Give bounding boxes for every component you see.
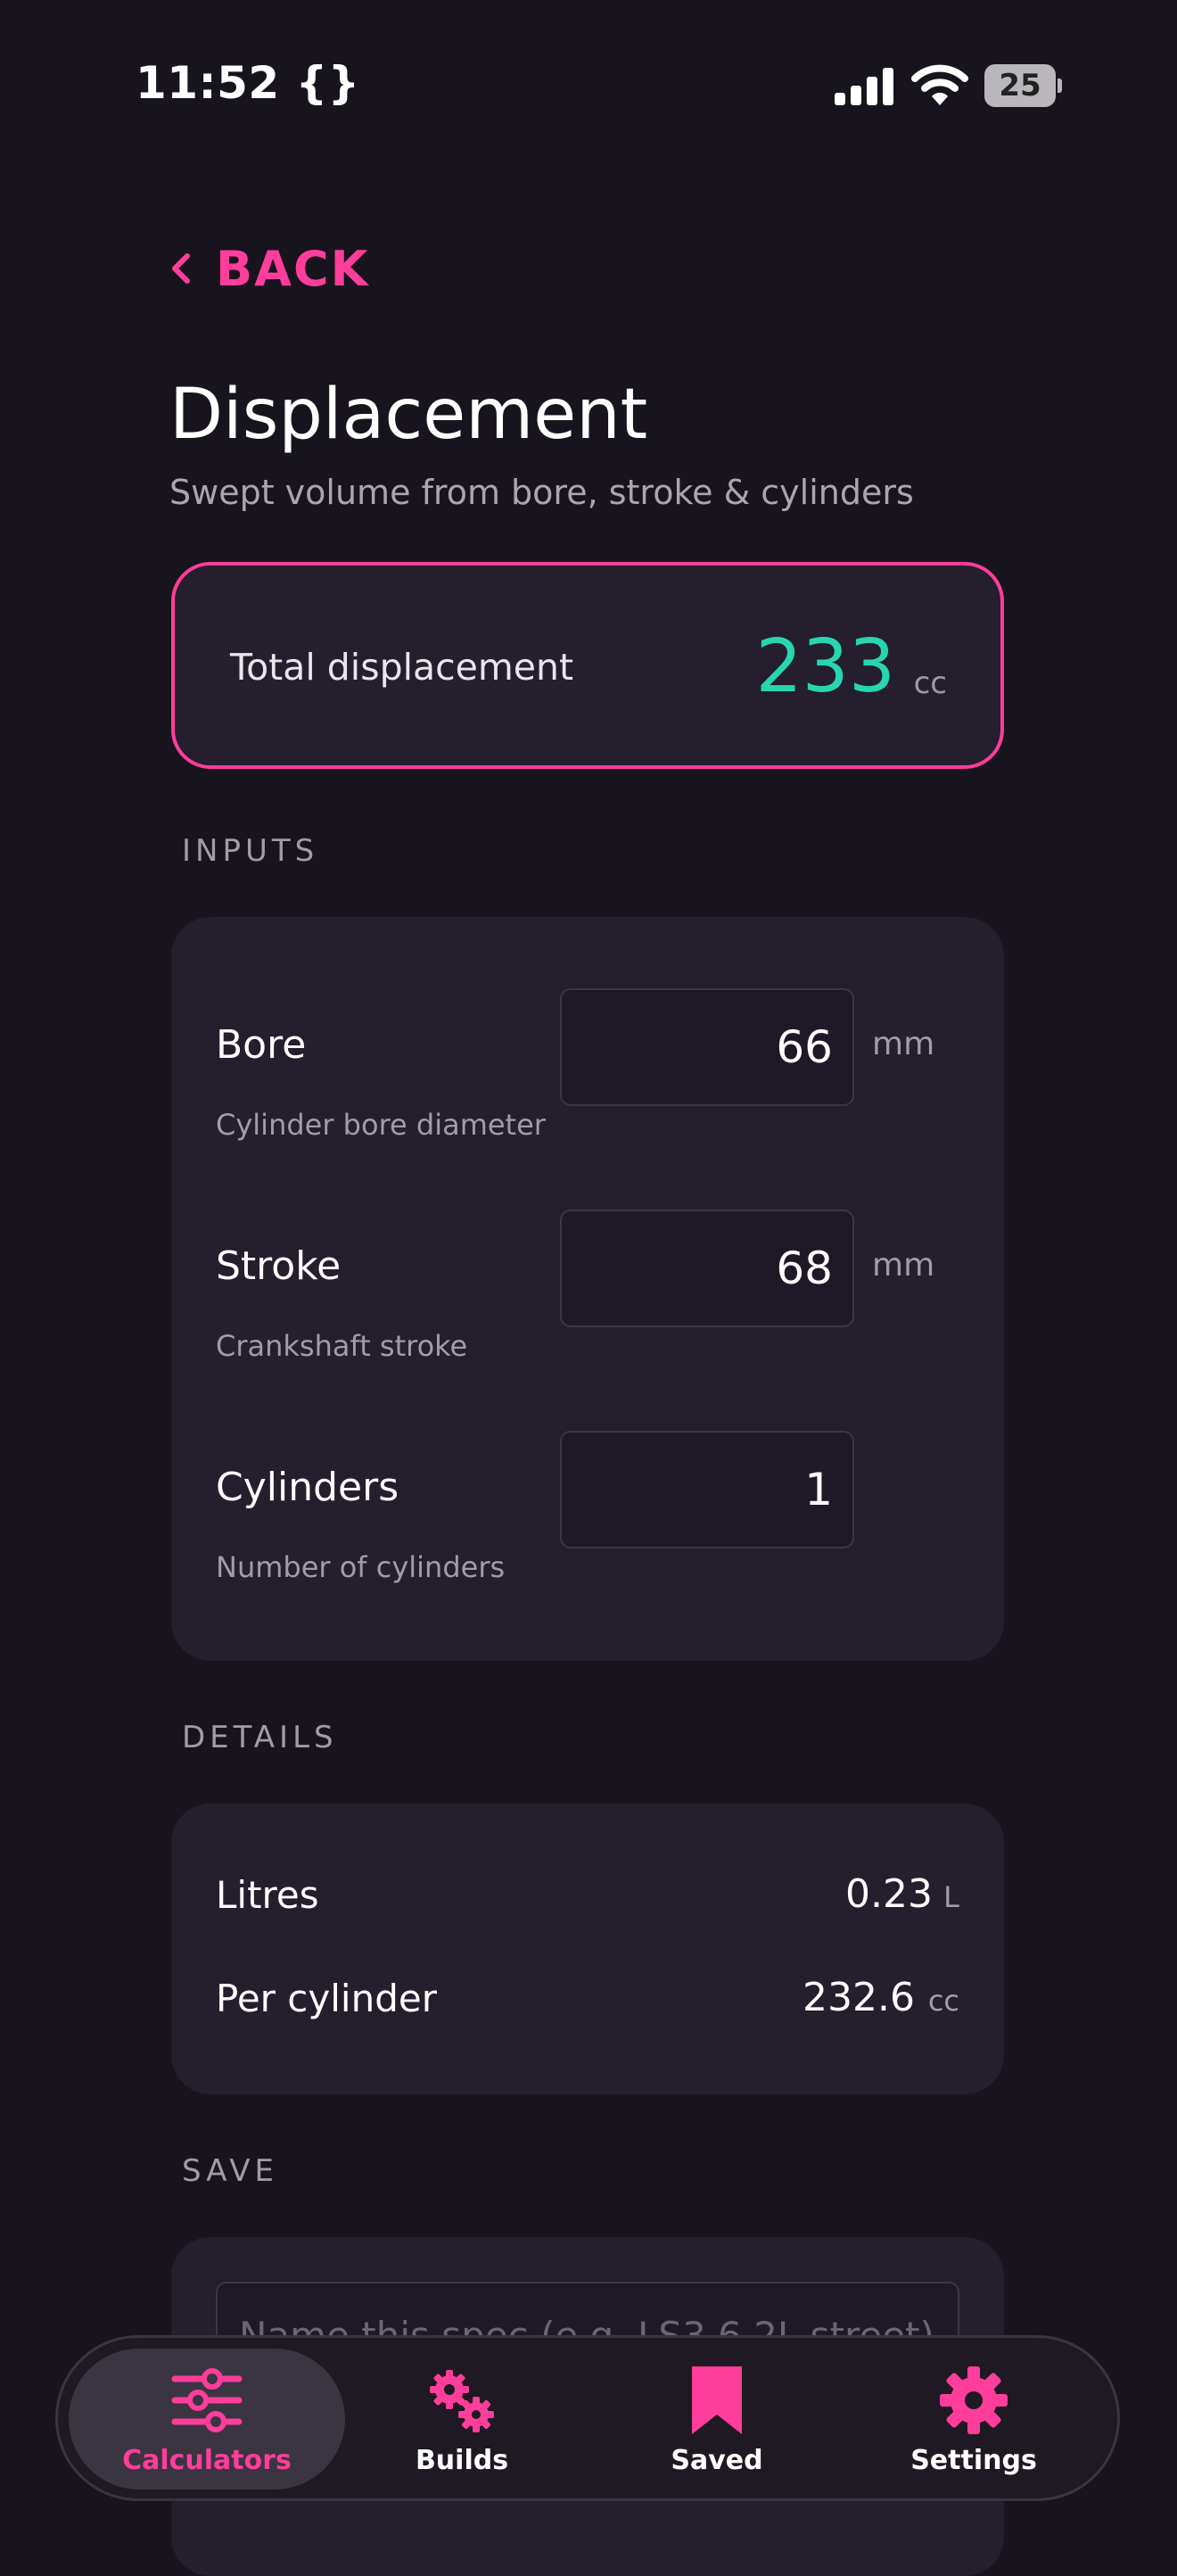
per-cylinder-unit: cc	[927, 1984, 959, 2018]
result-card: Total displacement 233 cc	[171, 562, 1004, 769]
stroke-input[interactable]	[560, 1210, 854, 1327]
sliders-icon	[171, 2367, 243, 2432]
page-subtitle: Swept volume from bore, stroke & cylinde…	[169, 473, 914, 512]
status-time: 11:52 {}	[136, 57, 360, 109]
tab-bar: Calculators Builds Saved Settings	[55, 2335, 1120, 2501]
tab-label-calculators: Calculators	[122, 2444, 292, 2476]
tab-calculators[interactable]: Calculators	[69, 2349, 345, 2489]
page-title: Displacement	[169, 375, 648, 455]
bookmark-icon	[692, 2365, 742, 2434]
gears-icon	[430, 2369, 494, 2432]
stroke-label: Stroke	[216, 1243, 342, 1289]
back-button[interactable]: BACK	[169, 237, 369, 300]
back-label: BACK	[216, 240, 370, 297]
bore-hint: Cylinder bore diameter	[216, 1108, 546, 1142]
result-label: Total displacement	[230, 646, 574, 689]
tab-label-builds: Builds	[415, 2444, 509, 2476]
tab-builds[interactable]: Builds	[324, 2349, 600, 2489]
litres-label: Litres	[216, 1873, 319, 1917]
per-cylinder-label: Per cylinder	[216, 1977, 437, 2020]
tab-label-saved: Saved	[671, 2444, 763, 2476]
cylinders-label: Cylinders	[216, 1465, 399, 1510]
battery-icon: 25	[984, 64, 1062, 107]
bore-input[interactable]	[560, 988, 854, 1106]
stroke-hint: Crankshaft stroke	[216, 1329, 468, 1363]
stroke-unit: mm	[872, 1247, 935, 1284]
litres-unit: L	[943, 1880, 959, 1914]
result-value: 233	[755, 624, 895, 709]
chevron-left-icon	[172, 253, 190, 284]
result-unit: cc	[913, 665, 947, 701]
litres-value: 0.23	[845, 1871, 933, 1917]
details-section-label: DETAILS	[182, 1720, 338, 1755]
inputs-card: Bore Cylinder bore diameter mm Stroke Cr…	[171, 917, 1004, 1661]
tab-saved[interactable]: Saved	[579, 2349, 855, 2489]
battery-level: 25	[999, 68, 1041, 103]
bore-label: Bore	[216, 1022, 307, 1068]
inputs-section-label: INPUTS	[182, 833, 319, 869]
tab-label-settings: Settings	[910, 2444, 1037, 2476]
tab-settings[interactable]: Settings	[835, 2349, 1112, 2489]
details-card: Litres 0.23 L Per cylinder 232.6 cc	[171, 1804, 1004, 2094]
cylinders-input[interactable]	[560, 1431, 854, 1548]
cellular-signal-icon	[835, 66, 895, 105]
cylinders-hint: Number of cylinders	[216, 1550, 506, 1584]
wifi-icon	[911, 64, 968, 105]
gear-icon	[940, 2365, 1008, 2434]
save-section-label: SAVE	[182, 2153, 279, 2189]
bore-unit: mm	[872, 1026, 935, 1062]
per-cylinder-value: 232.6	[802, 1975, 915, 2020]
